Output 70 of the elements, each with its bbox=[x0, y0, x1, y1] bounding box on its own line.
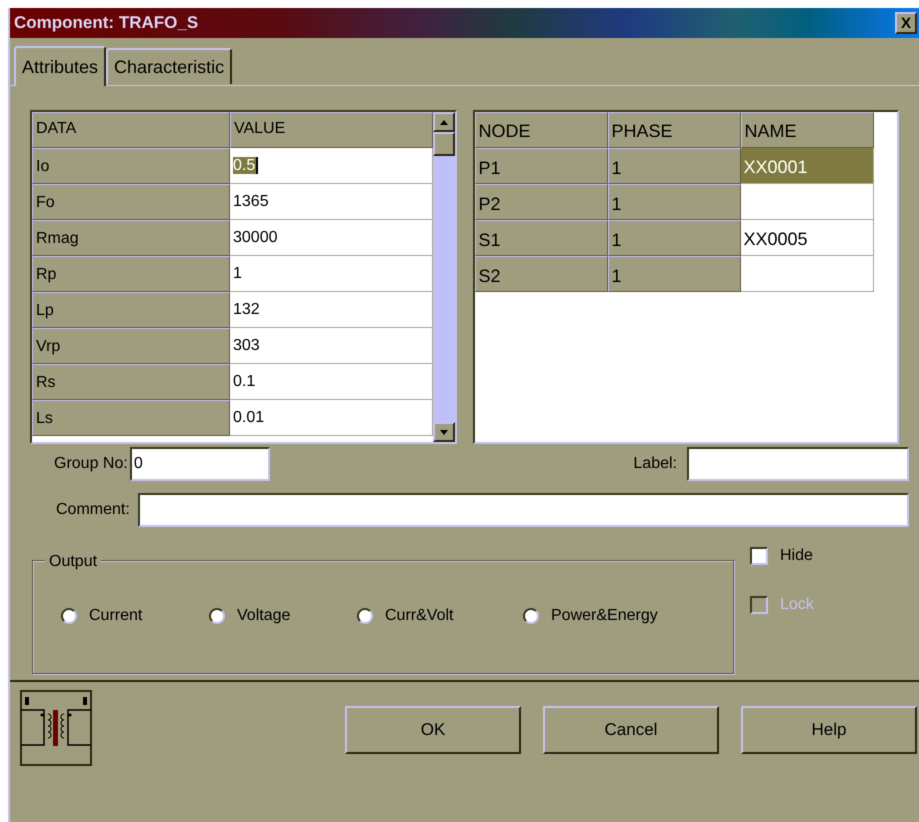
radio-label: Voltage bbox=[237, 606, 290, 626]
table-cell: Vrp bbox=[32, 328, 230, 364]
table-cell: S2 bbox=[474, 256, 608, 292]
table-cell[interactable]: 30000 bbox=[230, 220, 432, 256]
checkbox-label: Lock bbox=[780, 595, 814, 615]
cell-value: 30000 bbox=[233, 229, 278, 246]
table-cell: 1 bbox=[608, 184, 740, 220]
column-header: NODE bbox=[474, 112, 608, 148]
cell-value: 0.5 bbox=[233, 157, 258, 174]
scroll-thumb[interactable] bbox=[432, 132, 454, 156]
table-cell: Io bbox=[32, 148, 230, 184]
table-cell[interactable] bbox=[740, 256, 874, 292]
table-cell: Lp bbox=[32, 292, 230, 328]
tab[interactable]: Attributes bbox=[14, 46, 106, 86]
table-cell[interactable]: 1365 bbox=[230, 184, 432, 220]
cell-value: 1365 bbox=[233, 193, 269, 210]
cell-value: 132 bbox=[233, 301, 260, 318]
table-cell: Fo bbox=[32, 184, 230, 220]
radio-button[interactable] bbox=[61, 608, 77, 624]
cell-value: 0.1 bbox=[233, 373, 256, 390]
table-cell: Rp bbox=[32, 256, 230, 292]
column-header: PHASE bbox=[608, 112, 740, 148]
cell-value: 303 bbox=[233, 337, 260, 354]
radio-label: Power&Energy bbox=[551, 606, 658, 626]
table-cell[interactable]: 303 bbox=[230, 328, 432, 364]
table-cell: Rs bbox=[32, 364, 230, 400]
table-cell[interactable]: 0.01 bbox=[230, 400, 432, 436]
table-cell: Rmag bbox=[32, 220, 230, 256]
column-header: DATA bbox=[32, 112, 230, 148]
dialog-button[interactable]: Help bbox=[741, 706, 917, 754]
field-label: Comment: bbox=[56, 500, 130, 520]
table-cell: Ls bbox=[32, 400, 230, 436]
dialog-button[interactable]: Cancel bbox=[543, 706, 719, 754]
table-cell: P2 bbox=[474, 184, 608, 220]
table-cell[interactable]: 132 bbox=[230, 292, 432, 328]
close-button[interactable]: X bbox=[895, 12, 917, 34]
field-label: Group No: bbox=[54, 454, 128, 474]
scroll-up-icon[interactable] bbox=[432, 112, 454, 132]
table-cell: S1 bbox=[474, 220, 608, 256]
table-cell[interactable] bbox=[740, 184, 874, 220]
table-cell[interactable]: XX0005 bbox=[740, 220, 874, 256]
checkbox-label: Hide bbox=[780, 546, 813, 566]
dialog-button[interactable]: OK bbox=[345, 706, 521, 754]
scrollbar[interactable] bbox=[432, 112, 454, 442]
table-cell: 1 bbox=[608, 256, 740, 292]
input-field[interactable]: 0 bbox=[130, 447, 270, 481]
radio-button[interactable] bbox=[209, 608, 225, 624]
radio-button[interactable] bbox=[523, 608, 539, 624]
window-title: Component: TRAFO_S bbox=[14, 12, 198, 34]
scroll-down-icon[interactable] bbox=[432, 422, 454, 442]
table-cell[interactable]: 1 bbox=[230, 256, 432, 292]
table-cell: 1 bbox=[608, 220, 740, 256]
tab[interactable]: Characteristic bbox=[106, 48, 232, 84]
table-cell[interactable]: 0.1 bbox=[230, 364, 432, 400]
radio-button[interactable] bbox=[357, 608, 373, 624]
column-header: VALUE bbox=[230, 112, 432, 148]
table-cell[interactable]: 0.5 bbox=[230, 148, 432, 184]
input-field[interactable] bbox=[687, 447, 909, 481]
radio-label: Curr&Volt bbox=[385, 606, 454, 626]
input-field[interactable] bbox=[138, 493, 909, 527]
radio-label: Current bbox=[89, 606, 142, 626]
table-cell[interactable]: XX0001 bbox=[740, 148, 874, 184]
cell-value: 0.01 bbox=[233, 409, 264, 426]
transformer-icon bbox=[20, 690, 92, 766]
table-cell: 1 bbox=[608, 148, 740, 184]
table-cell: P1 bbox=[474, 148, 608, 184]
cell-value: 1 bbox=[233, 265, 242, 282]
checkbox[interactable] bbox=[750, 547, 768, 565]
column-header: NAME bbox=[740, 112, 874, 148]
field-label: Label: bbox=[633, 454, 677, 474]
